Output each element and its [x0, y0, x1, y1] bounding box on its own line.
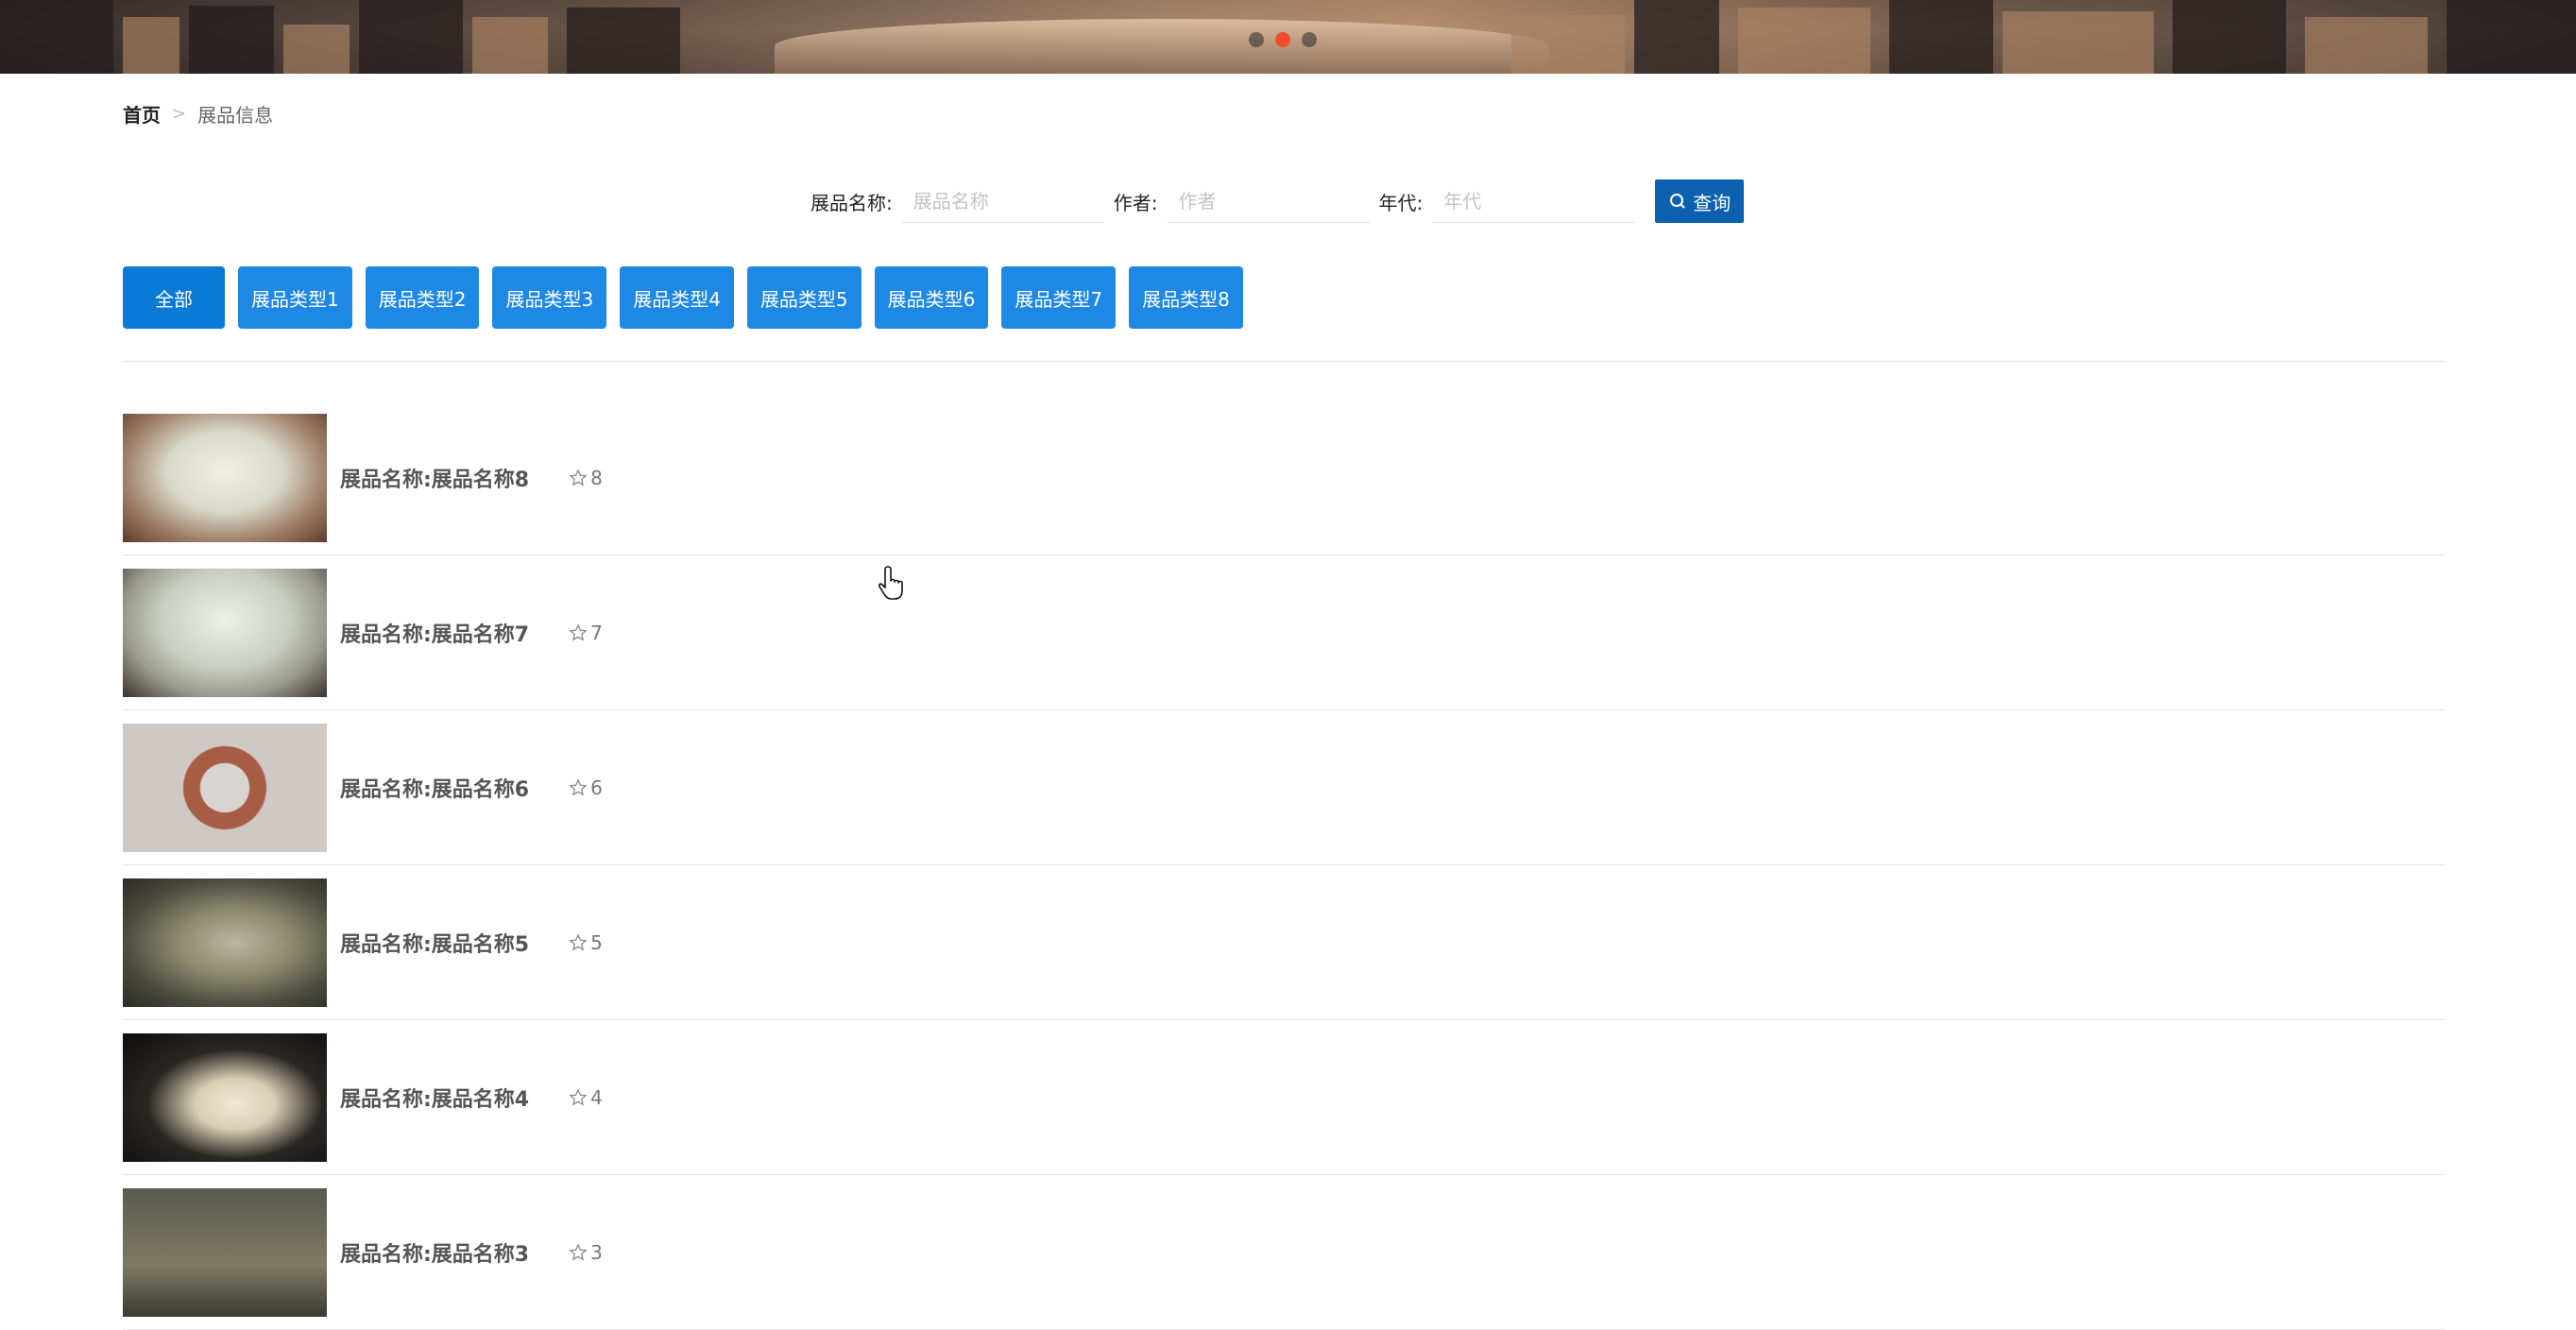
carousel-dot-2[interactable] [1275, 32, 1290, 47]
exhibit-thumbnail[interactable] [123, 878, 327, 1007]
hand-cursor-icon [879, 566, 903, 600]
favorite-count: 5 [569, 931, 603, 954]
list-item[interactable]: 展品名称:展品名称7 7 [123, 555, 2445, 710]
exhibit-thumbnail[interactable] [123, 1187, 327, 1317]
breadcrumb-current: 展品信息 [197, 104, 274, 127]
category-type-7[interactable]: 展品类型7 [1001, 266, 1117, 329]
search-button-label: 查询 [1693, 191, 1732, 214]
list-item[interactable]: 展品名称:展品名称8 8 [123, 401, 2445, 555]
carousel-dot-1[interactable] [1249, 32, 1264, 47]
name-input[interactable] [901, 179, 1104, 223]
favorite-count-value: 5 [590, 930, 603, 954]
exhibit-name[interactable]: 展品名称:展品名称4 [340, 1083, 529, 1113]
category-all[interactable]: 全部 [123, 266, 225, 329]
list-item[interactable]: 展品名称:展品名称4 4 [123, 1020, 2445, 1175]
favorite-count-value: 6 [590, 776, 603, 799]
favorite-count: 6 [569, 776, 603, 799]
star-icon [569, 1087, 588, 1105]
exhibit-name[interactable]: 展品名称:展品名称8 [340, 463, 529, 493]
banner-carousel[interactable] [0, 0, 2576, 74]
favorite-count: 3 [569, 1241, 603, 1264]
star-icon [569, 777, 588, 795]
carousel-dots [1249, 32, 1317, 47]
exhibit-thumbnail[interactable] [123, 1032, 327, 1162]
list-item[interactable]: 展品名称:展品名称3 3 [123, 1175, 2445, 1330]
category-type-6[interactable]: 展品类型6 [874, 266, 989, 329]
era-label: 年代: [1378, 191, 1424, 214]
favorite-count-value: 3 [590, 1240, 603, 1264]
category-type-5[interactable]: 展品类型5 [746, 266, 862, 329]
search-form: 展品名称: 作者: 年代: 查询 [810, 179, 1745, 223]
era-input[interactable] [1432, 179, 1635, 223]
category-type-1[interactable]: 展品类型1 [238, 266, 352, 329]
carousel-dot-3[interactable] [1302, 32, 1317, 47]
favorite-count-value: 8 [590, 466, 603, 489]
exhibit-name[interactable]: 展品名称:展品名称5 [340, 928, 529, 958]
favorite-count: 4 [569, 1086, 603, 1109]
favorite-count: 7 [569, 622, 603, 644]
favorite-count-value: 7 [590, 621, 603, 644]
list-item[interactable]: 展品名称:展品名称6 6 [123, 710, 2445, 865]
list-item[interactable]: 展品名称:展品名称5 5 [123, 865, 2445, 1020]
exhibit-list: 展品名称:展品名称8 8 展品名称:展品名称7 7 展品名称:展品名称6 6 展… [123, 401, 2445, 1330]
search-button[interactable]: 查询 [1655, 179, 1745, 223]
star-icon [569, 932, 588, 950]
exhibit-name[interactable]: 展品名称:展品名称6 [340, 773, 529, 803]
breadcrumb: 首页 > 展品信息 [123, 100, 273, 128]
breadcrumb-home-link[interactable]: 首页 [123, 100, 161, 128]
search-icon [1670, 194, 1685, 209]
category-type-4[interactable]: 展品类型4 [620, 266, 734, 329]
exhibit-thumbnail[interactable] [123, 413, 327, 542]
name-label: 展品名称: [810, 191, 893, 214]
breadcrumb-separator: > [172, 104, 187, 124]
star-icon [569, 468, 588, 486]
category-type-3[interactable]: 展品类型3 [492, 266, 607, 329]
exhibit-thumbnail[interactable] [123, 568, 327, 697]
favorite-count-value: 4 [590, 1085, 603, 1109]
star-icon [569, 1242, 588, 1260]
favorite-count: 8 [569, 467, 603, 489]
exhibit-name[interactable]: 展品名称:展品名称7 [340, 618, 529, 648]
exhibit-name[interactable]: 展品名称:展品名称3 [340, 1237, 529, 1268]
star-icon [569, 622, 588, 640]
category-type-2[interactable]: 展品类型2 [365, 266, 480, 329]
divider [123, 361, 2445, 362]
category-type-8[interactable]: 展品类型8 [1129, 266, 1243, 329]
category-tabs: 全部 展品类型1 展品类型2 展品类型3 展品类型4 展品类型5 展品类型6 展… [123, 266, 1243, 329]
author-label: 作者: [1113, 191, 1158, 214]
exhibit-thumbnail[interactable] [123, 723, 327, 852]
author-input[interactable] [1167, 179, 1370, 223]
